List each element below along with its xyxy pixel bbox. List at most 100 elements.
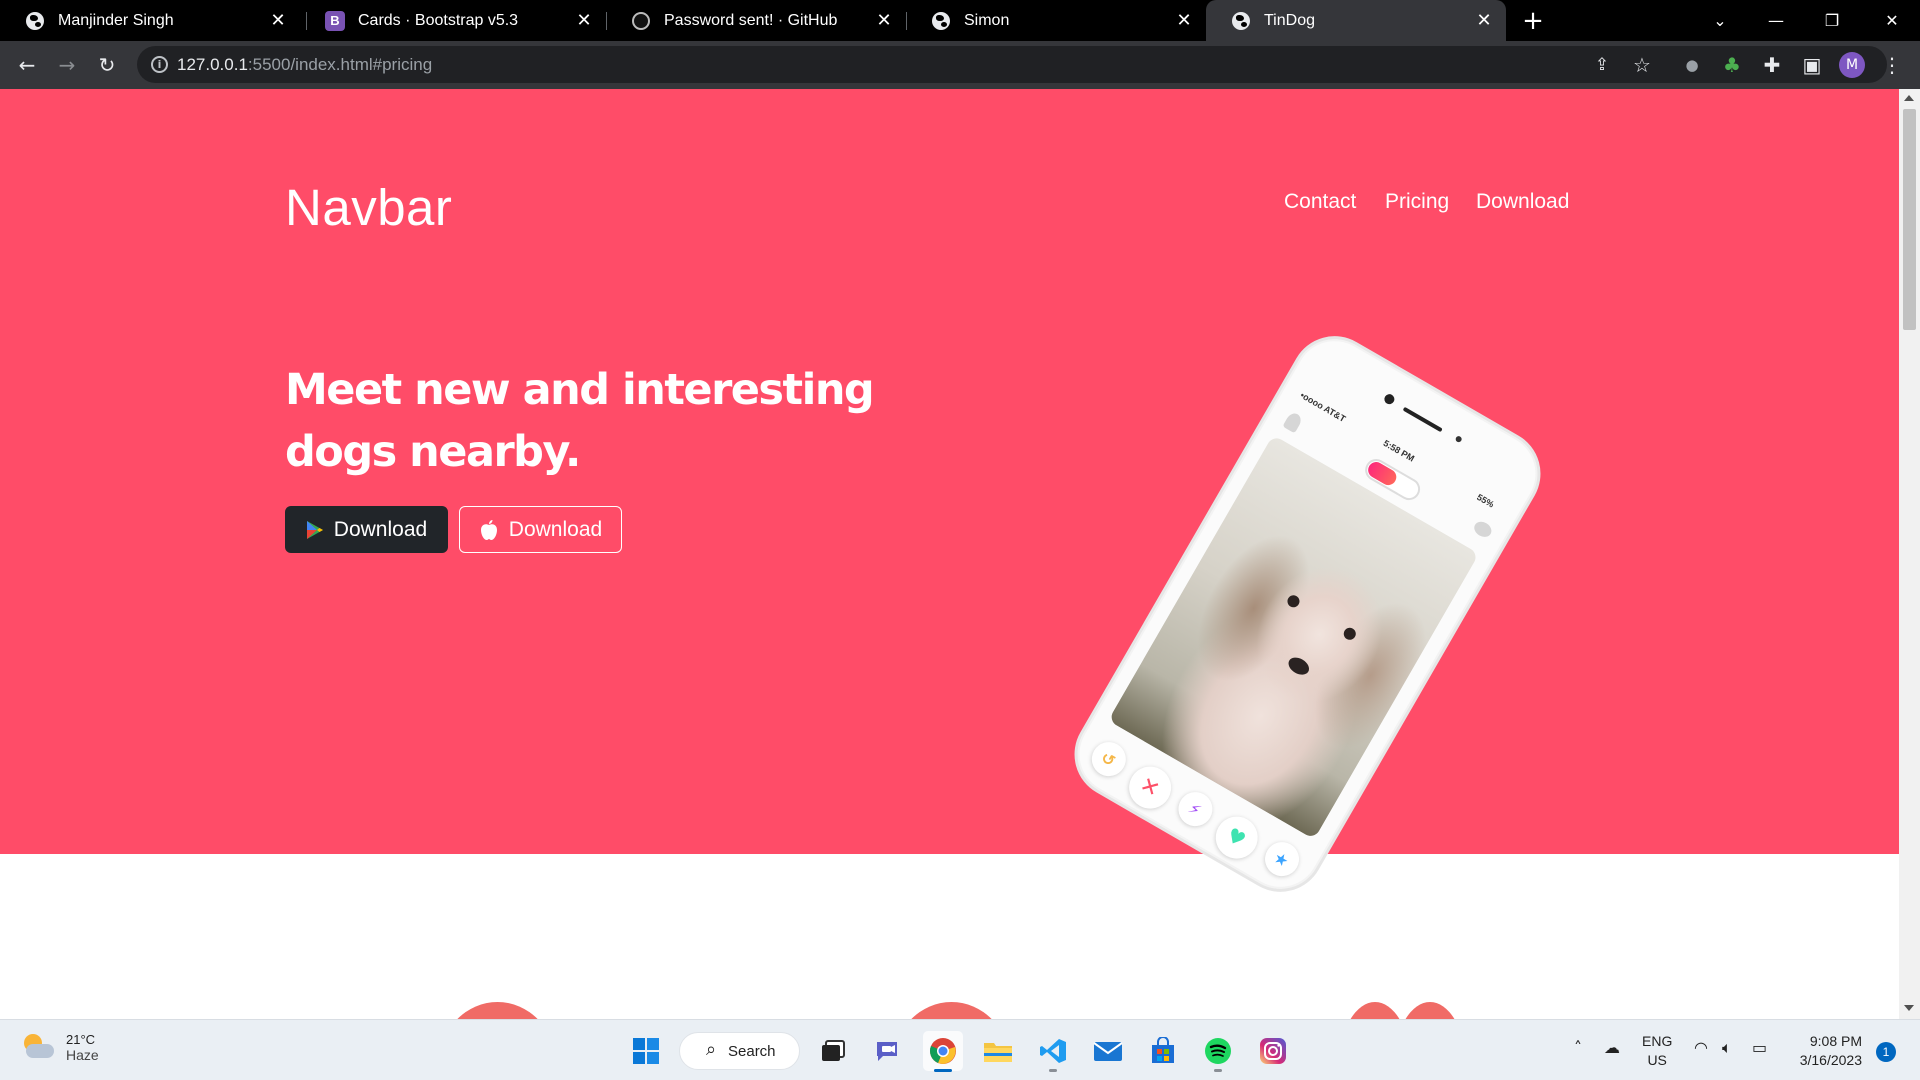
mail-icon[interactable] [1088,1031,1128,1071]
profile-avatar[interactable]: M [1836,49,1868,81]
address-bar[interactable]: i 127.0.0.1:5500/index.html#pricing [137,46,1887,83]
menu-kebab-icon[interactable]: ⋮ [1876,49,1908,81]
windows-taskbar: 21°C Haze ⌕ Search ˄ ☁ ENG US ◠ 🔈︎ ▭ 9:0… [0,1019,1920,1080]
download-app-store-button[interactable]: Download [459,506,622,553]
tab-title: Simon [964,11,1010,29]
tab-title: Manjinder Singh [58,11,174,29]
file-explorer-icon[interactable] [978,1031,1018,1071]
nav-link-pricing[interactable]: Pricing [1385,190,1449,214]
github-icon [631,11,651,31]
tab-manjinder-singh[interactable]: Manjinder Singh ✕ [0,0,300,41]
feature-circle-peek [1395,1002,1465,1019]
back-button[interactable]: ← [11,49,43,81]
extension-icon[interactable]: ● [1676,49,1708,81]
side-panel-icon[interactable]: ▣ [1796,49,1828,81]
page-viewport: Navbar Contact Pricing Download Meet new… [0,89,1899,1019]
spotify-icon[interactable] [1198,1031,1238,1072]
instagram-icon[interactable] [1253,1031,1293,1071]
feature-circle-peek [1340,1002,1410,1019]
apple-icon [479,519,499,541]
onedrive-cloud-icon[interactable]: ☁ [1604,1038,1620,1057]
minimize-button[interactable]: — [1748,0,1804,41]
puzzle-extensions-icon[interactable]: ✚ [1756,49,1788,81]
forward-button[interactable]: → [51,49,83,81]
share-icon[interactable]: ⇪ [1586,49,1618,81]
windows-logo-icon [633,1038,659,1064]
volume-icon[interactable]: 🔈︎ [1722,1038,1732,1058]
hero-headline: Meet new and interesting dogs nearby. [285,359,905,483]
dog-eye [1285,593,1302,610]
lang-code: ENG [1642,1033,1673,1049]
close-tab-icon[interactable]: ✕ [1172,9,1196,33]
scroll-up-arrow[interactable] [1904,95,1914,101]
bootstrap-icon: B [325,10,345,31]
site-info-icon[interactable]: i [151,56,168,73]
teams-chat-icon[interactable] [868,1031,908,1071]
system-clock[interactable]: 9:08 PM 3/16/2023 [1792,1032,1862,1070]
show-hidden-icons-chevron[interactable]: ˄ [1574,1038,1582,1057]
reload-button[interactable]: ↻ [91,49,123,81]
nav-link-contact[interactable]: Contact [1284,190,1356,214]
wifi-icon[interactable]: ◠ [1694,1038,1708,1057]
headline-line-2: dogs nearby. [285,427,581,477]
browser-toolbar: ← → ↻ i 127.0.0.1:5500/index.html#pricin… [0,41,1920,89]
headline-line-1: Meet new and interesting [285,365,875,415]
close-tab-icon[interactable]: ✕ [1472,9,1496,33]
feature-circle-peek [440,1002,555,1019]
navbar-brand[interactable]: Navbar [285,178,452,237]
tab-title: TinDog [1264,11,1315,29]
globe-icon [931,11,951,31]
clock-time: 9:08 PM [1809,1033,1862,1049]
google-play-icon [306,520,324,540]
chrome-taskbar-icon[interactable] [923,1031,963,1072]
close-tab-icon[interactable]: ✕ [572,9,596,33]
search-icon: ⌕ [706,1039,717,1059]
battery-icon[interactable]: ▭ [1752,1038,1767,1057]
scroll-thumb[interactable] [1903,109,1916,330]
download-google-label: Download [333,517,428,541]
globe-icon [25,11,45,31]
dog-eye [1341,625,1358,642]
dog-nose [1285,654,1313,679]
url-host: 127.0.0.1 [177,55,248,74]
title-section: Navbar Contact Pricing Download Meet new… [0,89,1899,908]
page-scrollbar[interactable] [1899,89,1920,1019]
feature-circle-peek [894,1002,1009,1019]
restore-button[interactable]: ❐ [1804,0,1860,41]
weather-haze-icon [20,1033,54,1062]
task-view-icon[interactable] [813,1031,853,1071]
iphone-mockup-image: •oooo AT&T 5:58 PM 55% ↺ ✕ ⚡ ♥ ★ [1058,320,1557,908]
weather-temp: 21°C [66,1032,96,1047]
bookmark-star-icon[interactable]: ☆ [1626,49,1658,81]
clock-date: 3/16/2023 [1799,1052,1862,1068]
close-tab-icon[interactable]: ✕ [266,9,290,33]
download-google-play-button[interactable]: Download [285,506,448,553]
globe-icon [1231,11,1251,31]
start-button[interactable] [626,1031,666,1071]
tab-github[interactable]: Password sent! · GitHub ✕ [606,0,906,41]
tab-simon[interactable]: Simon ✕ [906,0,1206,41]
vscode-icon[interactable] [1033,1031,1073,1072]
language-indicator[interactable]: ENG US [1642,1032,1672,1070]
url-path: :5500/index.html#pricing [247,55,433,74]
scroll-down-arrow[interactable] [1904,1005,1914,1011]
weather-widget[interactable]: 21°C Haze [20,1032,99,1063]
download-apple-label: Download [508,517,603,541]
taskbar-search[interactable]: ⌕ Search [679,1032,800,1070]
tab-strip: Manjinder Singh ✕ B Cards · Bootstrap v5… [0,0,1920,41]
close-window-button[interactable]: ✕ [1864,0,1920,41]
search-label: Search [728,1042,776,1060]
tab-title: Cards · Bootstrap v5.3 [358,11,519,29]
new-tab-button[interactable]: + [1520,6,1546,36]
weather-condition: Haze [66,1047,99,1063]
nav-link-download[interactable]: Download [1476,190,1569,214]
close-tab-icon[interactable]: ✕ [872,9,896,33]
microsoft-store-icon[interactable] [1143,1031,1183,1071]
url-text[interactable]: 127.0.0.1:5500/index.html#pricing [177,55,432,75]
tree-extension-icon[interactable]: ♣ [1716,49,1748,81]
tab-bootstrap-cards[interactable]: B Cards · Bootstrap v5.3 ✕ [300,0,606,41]
notification-badge[interactable]: 1 [1876,1042,1896,1062]
tab-title: Password sent! · GitHub [664,11,838,29]
tab-search-icon[interactable]: ⌄ [1692,0,1748,41]
tab-tindog[interactable]: TinDog ✕ [1206,0,1506,41]
